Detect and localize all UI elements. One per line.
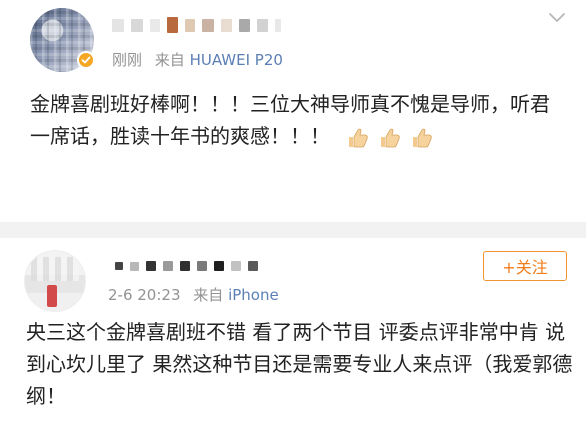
- thumbs-up-icon: [349, 128, 369, 147]
- post-text: 央三这个金牌喜剧班不错 看了两个节目 评委点评非常中肯 说到心坎儿里了 果然这种…: [26, 320, 573, 408]
- post-text: 金牌喜剧班好棒啊！！！三位大神导师真不愧是导师，听君一席话，胜读十年书的爽感！！…: [30, 92, 550, 148]
- post-time: 刚刚: [112, 51, 143, 69]
- emoji-row: [344, 125, 434, 151]
- post-time: 2-6 20:23: [108, 286, 181, 304]
- follow-button[interactable]: +关注: [483, 251, 567, 281]
- weibo-post-2: 2-6 20:23 来自 iPhone +关注 央三这个金牌喜剧班不错 看了两个…: [0, 238, 586, 421]
- chevron-down-icon[interactable]: [548, 12, 566, 24]
- author-name-redacted[interactable]: [112, 17, 281, 33]
- thumbs-up-icon: [381, 128, 401, 147]
- avatar[interactable]: [24, 250, 86, 312]
- source-prefix: 来自: [154, 51, 185, 69]
- source-prefix: 来自: [193, 286, 224, 304]
- post-content: 央三这个金牌喜剧班不错 看了两个节目 评委点评非常中肯 说到心坎儿里了 果然这种…: [26, 316, 574, 412]
- post-separator: [0, 222, 586, 238]
- author-name-redacted[interactable]: [115, 261, 258, 271]
- weibo-post-1: 刚刚 来自 HUAWEI P20 金牌喜剧班好棒啊！！！三位大神导师真不愧是导师…: [0, 0, 586, 222]
- post-content: 金牌喜剧班好棒啊！！！三位大神导师真不愧是导师，听君一席话，胜读十年书的爽感！！…: [30, 88, 550, 152]
- verified-badge-icon: [77, 51, 95, 69]
- source-device-link[interactable]: iPhone: [228, 286, 279, 304]
- thumbs-up-icon: [413, 128, 433, 147]
- source-device-link[interactable]: HUAWEI P20: [190, 51, 283, 69]
- post-meta: 刚刚 来自 HUAWEI P20: [112, 49, 283, 70]
- post-meta: 2-6 20:23 来自 iPhone: [108, 284, 279, 305]
